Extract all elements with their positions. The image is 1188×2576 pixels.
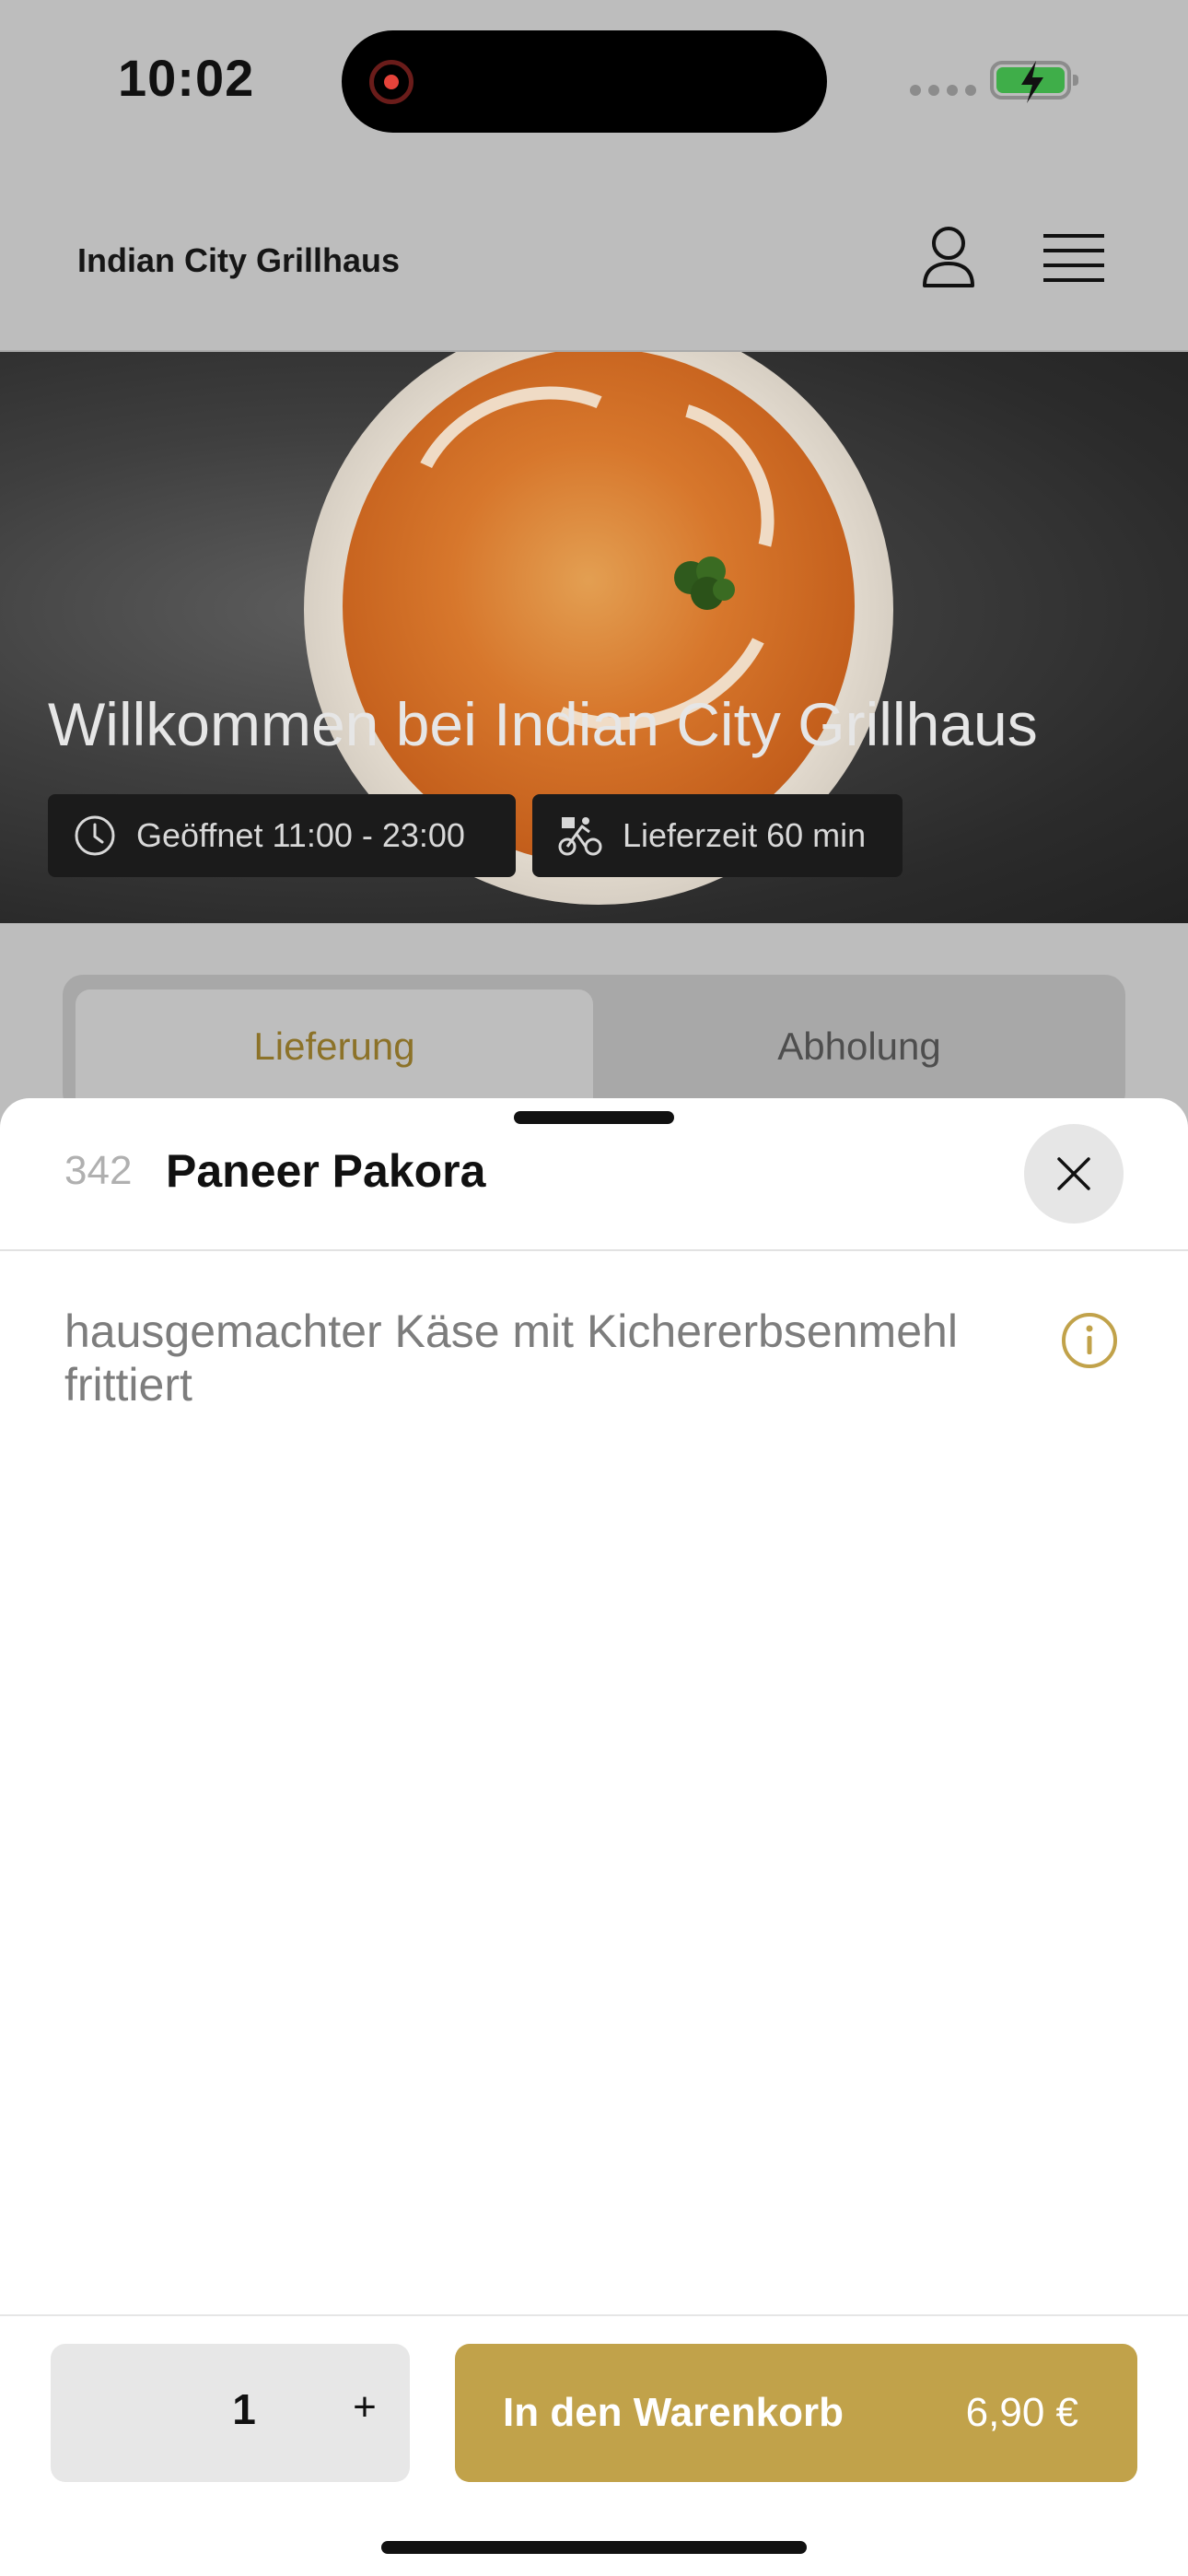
delivery-time-text: Lieferzeit 60 min [623,816,867,854]
user-icon[interactable] [919,225,978,289]
item-description: hausgemachter Käse mit Kichererbsenmehl … [64,1306,958,1411]
item-number: 342 [64,1148,133,1193]
hero-banner: Willkommen bei Indian City Grillhaus Geö… [0,352,1188,923]
hero-title: Willkommen bei Indian City Grillhaus [48,690,1038,758]
increase-quantity-button[interactable]: + [332,2384,397,2430]
status-time: 10:02 [118,49,255,107]
bike-icon [558,817,602,856]
divider [0,2314,1188,2316]
quantity-value: 1 [232,2385,256,2433]
sheet-grabber[interactable] [514,1111,674,1124]
divider [0,1249,1188,1251]
add-to-cart-button[interactable]: In den Warenkorb 6,90 € [455,2344,1137,2482]
battery-icon [990,61,1078,103]
item-detail-sheet: 342 Paneer Pakora hausgemachter Käse mit… [0,1098,1188,2576]
item-price: 6,90 € [965,2390,1078,2435]
order-mode-tabs: Lieferung Abholung [63,975,1125,1118]
record-icon [369,60,413,104]
menu-icon[interactable] [1043,232,1104,284]
quantity-stepper: 1 + [51,2344,410,2482]
opening-hours-text: Geöffnet 11:00 - 23:00 [136,816,465,854]
home-indicator [381,2541,807,2554]
item-name: Paneer Pakora [166,1145,486,1197]
herb-garnish [674,556,735,610]
close-icon [1057,1157,1090,1190]
info-icon[interactable] [1061,1312,1118,1369]
delivery-time-badge: Lieferzeit 60 min [532,794,903,877]
app-header: Indian City Grillhaus [0,166,1188,352]
status-bar: 10:02 [0,0,1188,166]
clock-icon [75,815,115,856]
add-to-cart-label: In den Warenkorb [503,2390,844,2435]
opening-hours-badge: Geöffnet 11:00 - 23:00 [48,794,516,877]
dynamic-island [342,30,827,133]
signal-icon [910,85,976,96]
close-button[interactable] [1024,1124,1124,1224]
restaurant-name: Indian City Grillhaus [77,241,401,279]
